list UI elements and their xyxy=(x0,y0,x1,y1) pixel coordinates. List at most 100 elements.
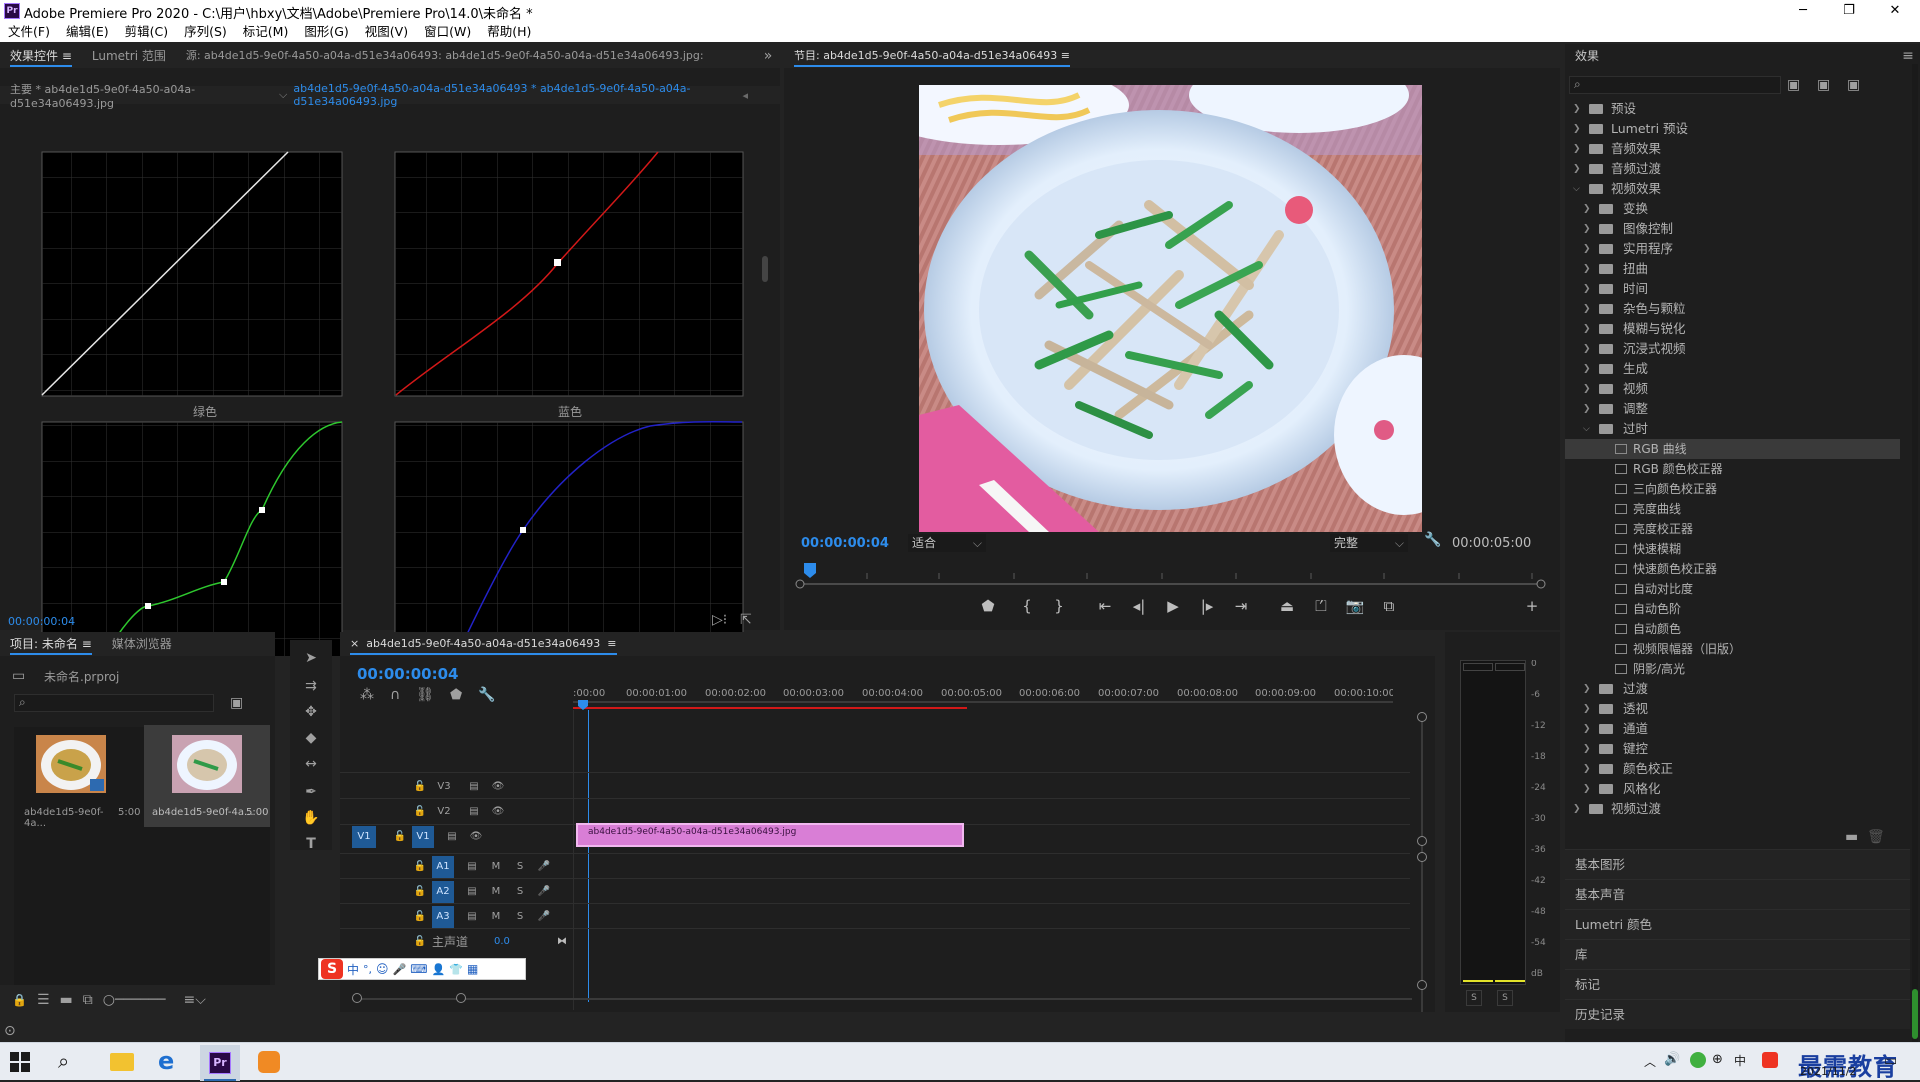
red-curve-point[interactable] xyxy=(554,259,561,266)
button-editor-add-icon[interactable]: + xyxy=(1519,597,1545,615)
razor-tool-icon[interactable]: ◆ xyxy=(298,730,324,746)
chevron-down-icon[interactable]: ⌵ xyxy=(279,88,287,102)
timeline-clip[interactable]: ab4de1d5-9e0f-4a50-a04a-d51e34a06493.jpg xyxy=(576,823,964,847)
go-to-end-icon[interactable]: ⧓ xyxy=(557,936,567,947)
premiere-taskbar-button[interactable]: Pr xyxy=(200,1045,240,1081)
tree-item-video-effect-3[interactable]: ❯ 扭曲 xyxy=(1565,259,1900,279)
ime-chinese-mode[interactable]: 中 xyxy=(347,961,359,978)
project-item-selected[interactable]: ab4de1d5-9e0f-4a... 5:00 xyxy=(144,725,270,827)
zoom-handle-right[interactable] xyxy=(456,993,466,1003)
sort-icon[interactable]: ≡⌵ xyxy=(184,992,206,1008)
panel-markers[interactable]: 标记 xyxy=(1565,969,1910,999)
tree-item-obsolete-0[interactable]: RGB 曲线 xyxy=(1565,439,1900,459)
project-search-input[interactable]: ⌕ xyxy=(14,694,214,712)
source-patch-v1[interactable]: V1 xyxy=(352,825,376,848)
scroll-handle[interactable] xyxy=(1417,852,1427,862)
32bit-effects-icon[interactable]: ▣ xyxy=(1817,77,1830,93)
app-icon[interactable] xyxy=(258,1051,280,1073)
master-curve-graph[interactable] xyxy=(41,151,343,397)
tab-program-monitor[interactable]: 节目: ab4de1d5-9e0f-4a50-a04a-d51e34a06493… xyxy=(784,44,1080,68)
menu-clip[interactable]: 剪辑(C) xyxy=(117,22,176,42)
tree-item-video-transitions[interactable]: ❯ 视频过渡 xyxy=(1565,799,1900,819)
tab-lumetri-scopes[interactable]: Lumetri 范围 xyxy=(82,44,176,68)
solo-button[interactable]: S xyxy=(512,886,528,897)
type-tool-icon[interactable]: T xyxy=(298,836,324,852)
lock-icon[interactable]: 🔓 xyxy=(412,861,428,872)
blue-curve-graph[interactable] xyxy=(394,420,744,656)
new-bin-icon[interactable]: ▬ xyxy=(1845,829,1858,845)
track-target-a3[interactable]: A3 xyxy=(432,905,454,928)
tree-item-obsolete-8[interactable]: 自动色阶 xyxy=(1565,599,1900,619)
play-icon[interactable]: ▶ xyxy=(1160,597,1186,615)
panel-essential-sound[interactable]: 基本声音 xyxy=(1565,879,1910,909)
tree-item-video-effect-6[interactable]: ❯ 模糊与锐化 xyxy=(1565,319,1900,339)
mute-button[interactable]: M xyxy=(488,911,504,922)
yuv-effects-icon[interactable]: ▣ xyxy=(1847,77,1860,93)
track-target-v1[interactable]: V1 xyxy=(412,825,434,848)
menu-window[interactable]: 窗口(W) xyxy=(416,22,479,42)
extract-icon[interactable]: ⏍ xyxy=(1308,597,1334,615)
green-curve-point-2[interactable] xyxy=(221,579,227,585)
track-select-tool-icon[interactable]: ⇉ xyxy=(298,678,324,694)
track-target-a2[interactable]: A2 xyxy=(432,880,454,903)
tab-media-browser[interactable]: 媒体浏览器 xyxy=(102,632,182,656)
tree-item-video-effect-10[interactable]: ❯ 调整 xyxy=(1565,399,1900,419)
rgb-curves-graphs[interactable]: 绿色 蓝色 xyxy=(0,106,780,656)
chevron-right-icon[interactable]: ❯ xyxy=(1583,379,1591,399)
master-volume-value[interactable]: 0.0 xyxy=(494,936,510,947)
ime-user-icon[interactable]: 👤 xyxy=(432,963,446,976)
tree-item-obsolete-4[interactable]: 亮度校正器 xyxy=(1565,519,1900,539)
tree-item-lumetri-presets[interactable]: ❯ Lumetri 预设 xyxy=(1565,119,1900,139)
ime-emoji-icon[interactable]: ☺ xyxy=(376,962,389,976)
mic-icon[interactable]: 🎤 xyxy=(536,911,552,922)
red-curve-graph[interactable] xyxy=(394,151,744,397)
info-icon[interactable]: ⊙ xyxy=(4,1023,16,1039)
sogou-tray-icon[interactable] xyxy=(1762,1052,1778,1068)
track-label[interactable]: V2 xyxy=(436,806,452,817)
zoom-handle-left[interactable] xyxy=(352,993,362,1003)
timeline-timecode[interactable]: 00:00:00:04 xyxy=(357,665,459,683)
zoom-handle-right[interactable] xyxy=(1536,579,1546,589)
tree-item-video-effect-5[interactable]: ❯ 杂色与颗粒 xyxy=(1565,299,1900,319)
scroll-handle[interactable] xyxy=(1417,980,1427,990)
tree-item-video-effect-0[interactable]: ❯ 变换 xyxy=(1565,199,1900,219)
edge-browser-icon[interactable]: e xyxy=(158,1047,174,1075)
chevron-right-icon[interactable]: ❯ xyxy=(1583,759,1591,779)
panel-libraries[interactable]: 库 xyxy=(1565,939,1910,969)
mark-in-icon[interactable]: { xyxy=(1014,597,1040,615)
tree-item-video-effect-after-4[interactable]: ❯ 颜色校正 xyxy=(1565,759,1900,779)
add-marker-icon[interactable]: ⬟ xyxy=(450,687,462,703)
tree-item-obsolete-3[interactable]: 亮度曲线 xyxy=(1565,499,1900,519)
comparison-view-icon[interactable]: ⧉ xyxy=(1376,597,1402,615)
chevron-right-icon[interactable]: ❯ xyxy=(1583,339,1591,359)
sync-lock-icon[interactable]: ▤ xyxy=(464,861,480,872)
sync-lock-icon[interactable]: ▤ xyxy=(464,911,480,922)
tree-item-video-effect-after-0[interactable]: ❯ 过渡 xyxy=(1565,679,1900,699)
chevron-right-icon[interactable]: ❯ xyxy=(1583,199,1591,219)
tree-item-video-effect-4[interactable]: ❯ 时间 xyxy=(1565,279,1900,299)
chevron-right-icon[interactable]: ❯ xyxy=(1583,299,1591,319)
tree-item-obsolete-11[interactable]: 阴影/高光 xyxy=(1565,659,1900,679)
lock-icon[interactable]: 🔓 xyxy=(412,911,428,922)
menu-edit[interactable]: 编辑(E) xyxy=(58,22,117,42)
sync-lock-icon[interactable]: ▤ xyxy=(444,831,460,842)
chevron-right-icon[interactable]: ❯ xyxy=(1583,219,1591,239)
search-icon[interactable]: ⌕ xyxy=(58,1049,69,1073)
chevron-right-icon[interactable]: ❯ xyxy=(1583,679,1591,699)
lock-icon[interactable]: 🔓 xyxy=(412,936,428,947)
chevron-right-icon[interactable]: ❯ xyxy=(1583,359,1591,379)
pen-tool-icon[interactable]: ✒ xyxy=(298,784,324,800)
slip-tool-icon[interactable]: ↔ xyxy=(298,756,324,772)
green-curve-graph[interactable] xyxy=(41,421,343,656)
tree-item-video-effect-after-5[interactable]: ❯ 风格化 xyxy=(1565,779,1900,799)
sync-lock-icon[interactable]: ▤ xyxy=(464,886,480,897)
selection-tool-icon[interactable]: ➤ xyxy=(298,650,324,666)
tab-sequence[interactable]: × ab4de1d5-9e0f-4a50-a04a-d51e34a06493 ≡ xyxy=(340,632,627,656)
tree-item-video-effects[interactable]: ⌵ 视频效果 xyxy=(1565,179,1900,199)
nest-icon[interactable]: ⁂ xyxy=(360,687,374,703)
windows-start-icon[interactable] xyxy=(10,1052,30,1072)
tree-item-audio-effects[interactable]: ❯ 音频效果 xyxy=(1565,139,1900,159)
mute-button[interactable]: M xyxy=(488,861,504,872)
tree-item-obsolete-7[interactable]: 自动对比度 xyxy=(1565,579,1900,599)
track-target-a1[interactable]: A1 xyxy=(432,855,454,878)
